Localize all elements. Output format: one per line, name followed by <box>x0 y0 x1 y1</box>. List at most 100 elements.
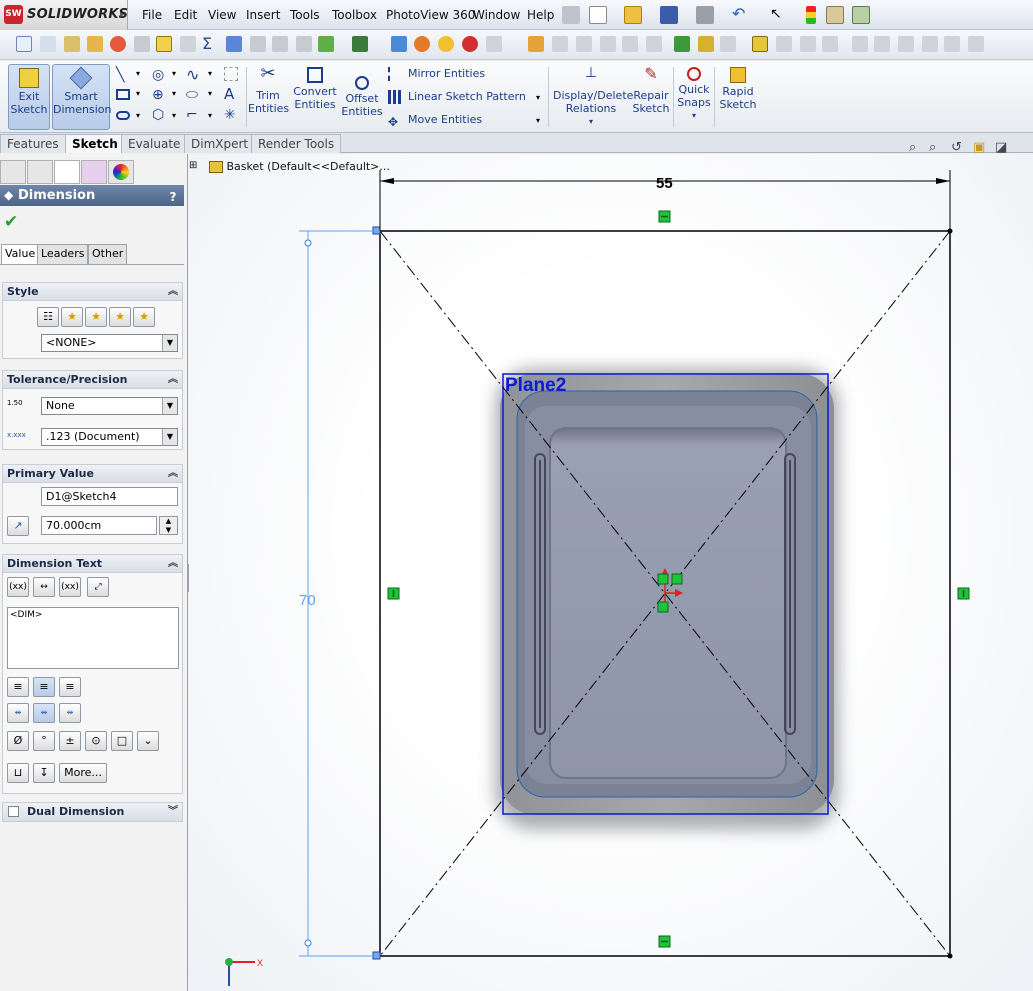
pin-icon[interactable] <box>562 6 580 24</box>
snap-icon[interactable] <box>226 36 242 52</box>
midpoint-relation-icon[interactable] <box>671 573 683 585</box>
zoom-area-icon[interactable]: ⌕ <box>929 140 936 155</box>
dimension-text-group-header[interactable]: Dimension Text ︽ <box>3 555 182 573</box>
basket-model[interactable] <box>495 368 839 830</box>
menu-insert[interactable]: Insert <box>246 8 280 22</box>
cone-icon[interactable] <box>250 36 266 52</box>
no-entry-icon[interactable] <box>110 36 126 52</box>
simplify-spline-icon[interactable] <box>968 36 984 52</box>
dim-text-insert-button[interactable]: (xx) <box>7 577 29 597</box>
circle-dropdown-icon[interactable]: ▾ <box>172 69 176 78</box>
move-dropdown-icon[interactable]: ▾ <box>536 116 540 125</box>
logo-chevron-icon[interactable]: ▸ <box>120 10 124 19</box>
sketch-picture-icon[interactable] <box>752 36 768 52</box>
style-add-icon[interactable]: ★ <box>61 307 83 327</box>
arrow-position-outside-icon[interactable]: ⇹ <box>7 703 29 723</box>
file-properties-icon[interactable] <box>826 6 844 24</box>
square-symbol-icon[interactable]: □ <box>111 731 133 751</box>
ok-check-icon[interactable]: ✔ <box>4 212 18 232</box>
sketch-fix-icon[interactable] <box>698 36 714 52</box>
smart-dimension-button[interactable]: Smart Dimension <box>52 64 111 130</box>
view-settings-icon[interactable] <box>414 36 430 52</box>
display-delete-relations-button[interactable]: ⊥ Display/Delete Relations ▾ <box>553 64 633 130</box>
contour-icon[interactable] <box>822 36 838 52</box>
menu-tools[interactable]: Tools <box>290 8 320 22</box>
degree-symbol-button[interactable]: ° <box>33 731 55 751</box>
snaps-dropdown-icon[interactable]: ▾ <box>676 109 712 122</box>
sheet-icon[interactable] <box>134 36 150 52</box>
menu-window[interactable]: Window <box>473 8 520 22</box>
select-icon[interactable]: ↖ <box>770 6 788 24</box>
style-delete-icon[interactable]: ★ <box>85 307 107 327</box>
fillet-dropdown-icon[interactable]: ▾ <box>208 111 212 120</box>
align-right-icon[interactable]: ≡ <box>59 677 81 697</box>
menu-edit[interactable]: Edit <box>174 8 197 22</box>
stop-icon[interactable] <box>462 36 478 52</box>
rectangle-dropdown-icon[interactable]: ▾ <box>136 89 140 98</box>
block-icon[interactable] <box>528 36 544 52</box>
solidworks-logo[interactable]: SW SOLIDWORKS ▸ <box>0 0 128 30</box>
help-icon[interactable]: ? <box>166 187 180 204</box>
diameter-symbol-button[interactable]: Ø <box>7 731 29 751</box>
status-check-icon[interactable] <box>438 36 454 52</box>
line-dropdown-icon[interactable]: ▾ <box>136 69 140 78</box>
collapse-icon[interactable]: ︽ <box>168 283 178 301</box>
rotate-icon[interactable] <box>600 36 616 52</box>
section-view-icon[interactable]: ▣ <box>973 140 985 155</box>
tab-evaluate[interactable]: Evaluate <box>121 134 188 153</box>
dim-text-arrows-icon[interactable]: ↔ <box>33 577 55 597</box>
collapse-icon[interactable]: ︽ <box>168 465 178 483</box>
collapse-icon[interactable]: ︽ <box>168 371 178 389</box>
style-load-icon[interactable]: ★ <box>133 307 155 327</box>
dim-70-label[interactable]: 70 <box>299 592 316 609</box>
text-icon[interactable]: A <box>224 85 234 103</box>
rapid-sketch-button[interactable]: Rapid Sketch <box>718 64 758 130</box>
dim-text-leader-icon[interactable]: ⤢ <box>87 577 109 597</box>
pattern-dropdown-icon[interactable]: ▾ <box>536 93 540 102</box>
dual-dimension-checkbox[interactable] <box>8 806 19 817</box>
stretch-icon[interactable] <box>646 36 662 52</box>
coincident-relation-icon[interactable] <box>657 601 669 613</box>
fillet-icon[interactable]: ⌐ <box>186 107 198 123</box>
grid-check-icon[interactable] <box>352 36 368 52</box>
repair-sketch-button[interactable]: ✎ Repair Sketch <box>632 64 670 130</box>
note-icon[interactable] <box>87 36 103 52</box>
rectangle-icon[interactable] <box>116 89 130 100</box>
corner-point-bottom-right[interactable] <box>947 953 953 959</box>
slot-dropdown-icon[interactable]: ▾ <box>136 111 140 120</box>
circle-icon[interactable]: ◎ <box>152 67 164 83</box>
polygon-dropdown-icon[interactable]: ▾ <box>172 111 176 120</box>
midpoint-relation-icon[interactable] <box>657 573 669 585</box>
tab-dimxpert[interactable]: DimXpert <box>184 134 256 153</box>
line-icon[interactable]: ╲ <box>116 67 124 83</box>
options-icon[interactable] <box>852 6 870 24</box>
spline-dropdown-icon[interactable]: ▾ <box>208 69 212 78</box>
arc-icon[interactable]: ⊕ <box>152 87 164 103</box>
counterbore-symbol-icon[interactable]: ⊔ <box>7 763 29 783</box>
dimension-text-box[interactable]: <DIM> <box>7 607 179 669</box>
expand-icon[interactable]: ︾ <box>168 803 178 821</box>
more-symbols-chevron-icon[interactable]: ⌄ <box>137 731 159 751</box>
precision-select[interactable]: .123 (Document) ▼ <box>41 428 178 446</box>
spell-check-icon[interactable] <box>16 36 32 52</box>
depth-symbol-icon[interactable]: ↧ <box>33 763 55 783</box>
collapse-icon[interactable]: ︽ <box>168 555 178 573</box>
subtab-leaders[interactable]: Leaders <box>37 244 89 264</box>
layers-icon[interactable] <box>296 36 312 52</box>
spline-icon[interactable]: ∿ <box>186 65 199 84</box>
primary-value-group-header[interactable]: Primary Value ︽ <box>3 465 182 483</box>
balance-icon[interactable] <box>64 36 80 52</box>
previous-view-icon[interactable]: ↺ <box>951 140 962 155</box>
sketch-check-icon[interactable] <box>674 36 690 52</box>
tolerance-type-select[interactable]: None ▼ <box>41 397 178 415</box>
configuration-manager-icon[interactable] <box>54 160 80 184</box>
style-save-icon[interactable]: ★ <box>109 307 131 327</box>
value-spinner[interactable]: ▲ ▼ <box>159 516 178 535</box>
graphics-area[interactable]: ⊞ Basket (Default<<Default>... ⌕ ⌕ ↺ ▣ ◪ <box>189 140 1033 991</box>
menu-toolbox[interactable]: Toolbox <box>332 8 377 22</box>
dim-70-handle-bottom[interactable] <box>304 939 312 947</box>
centerline-symbol-icon[interactable]: ⊙ <box>85 731 107 751</box>
dimxpert-manager-icon[interactable] <box>81 160 107 184</box>
menu-help[interactable]: Help <box>527 8 554 22</box>
trim-entities-button[interactable]: ✂ Trim Entities <box>248 64 289 130</box>
